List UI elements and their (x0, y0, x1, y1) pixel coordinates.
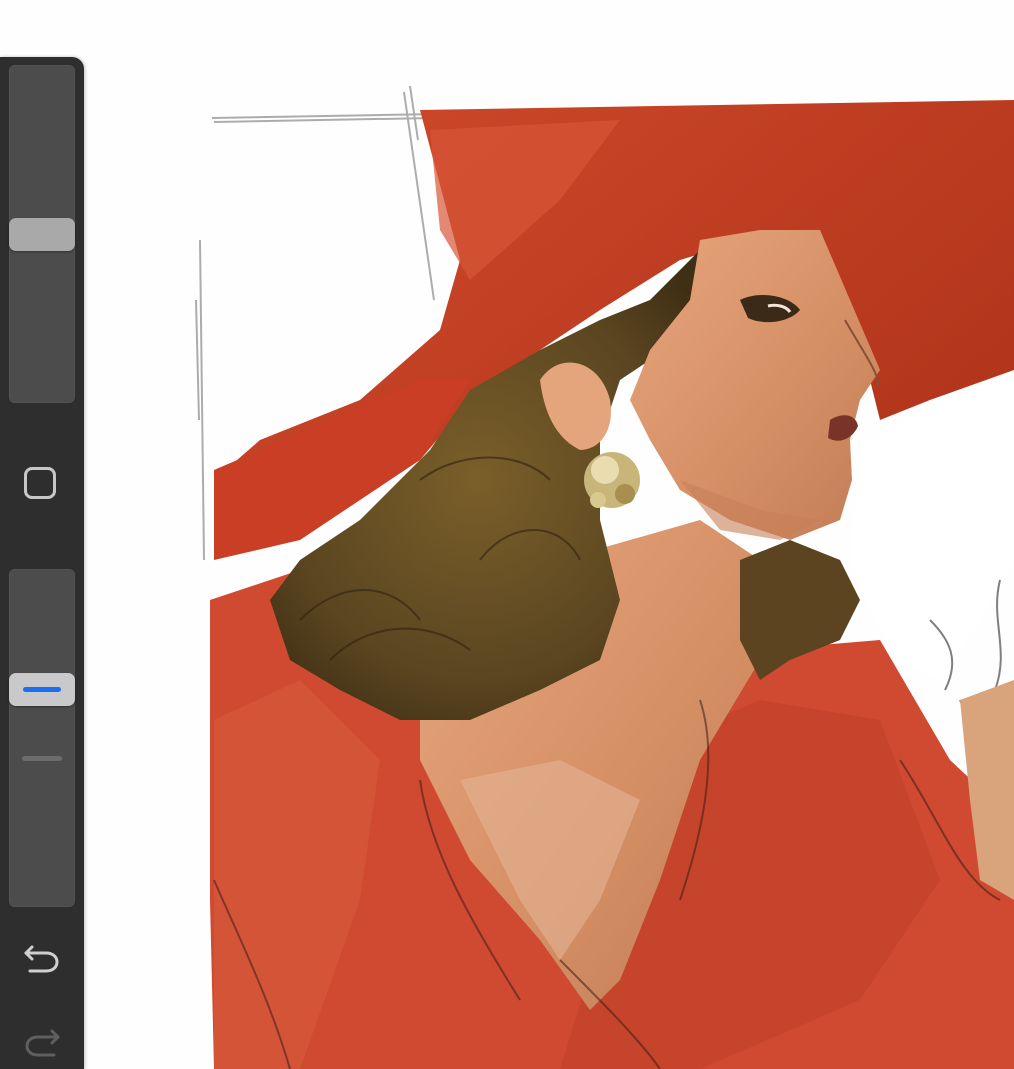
modify-square-icon (24, 467, 56, 499)
modify-button[interactable] (22, 465, 62, 505)
opacity-indicator-line (23, 687, 61, 692)
undo-arrow-icon (24, 945, 59, 973)
earring (584, 452, 640, 508)
drawing-canvas[interactable] (0, 0, 1014, 1069)
brush-size-slider[interactable] (9, 65, 75, 403)
redo-arrow-icon (25, 1029, 60, 1057)
undo-button[interactable] (20, 937, 64, 977)
procreate-app (0, 0, 1014, 1069)
brush-size-thumb[interactable] (9, 218, 75, 251)
opacity-thumb[interactable] (9, 673, 75, 706)
opacity-secondary-mark (22, 756, 62, 761)
redo-button[interactable] (20, 1021, 64, 1061)
artwork (0, 0, 1014, 1069)
brush-sidebar (0, 57, 84, 1069)
opacity-slider[interactable] (9, 569, 75, 907)
